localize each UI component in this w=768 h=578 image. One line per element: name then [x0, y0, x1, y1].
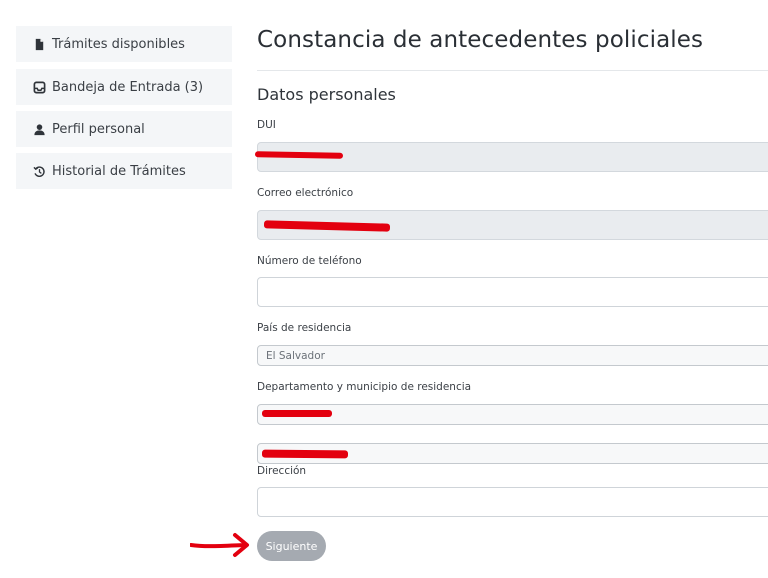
document-icon — [32, 37, 46, 51]
sidebar-item-tramites-disponibles[interactable]: Trámites disponibles — [16, 26, 232, 62]
country-select-value: El Salvador — [266, 349, 325, 362]
sidebar-item-bandeja-entrada[interactable]: Bandeja de Entrada (3) — [16, 69, 232, 105]
country-label: País de residencia — [257, 322, 352, 334]
arrow-annotation-icon — [190, 533, 249, 557]
country-select[interactable]: El Salvador — [257, 345, 768, 366]
dui-label: DUI — [257, 119, 276, 131]
sidebar-item-label: Bandeja de Entrada (3) — [52, 79, 204, 95]
history-icon — [32, 164, 46, 178]
sidebar-item-label: Historial de Trámites — [52, 163, 186, 179]
sidebar-item-perfil-personal[interactable]: Perfil personal — [16, 111, 232, 147]
sidebar-item-historial-tramites[interactable]: Historial de Trámites — [16, 153, 232, 189]
redaction-mark — [261, 449, 349, 459]
person-icon — [32, 122, 46, 136]
department-label: Departamento y municipio de residencia — [257, 381, 472, 393]
address-field[interactable] — [257, 487, 768, 517]
sidebar-item-label: Trámites disponibles — [52, 36, 185, 52]
department-select[interactable] — [257, 404, 768, 425]
phone-label: Número de teléfono — [257, 255, 362, 267]
phone-field[interactable] — [257, 277, 768, 307]
address-label: Dirección — [257, 465, 307, 477]
next-button[interactable]: Siguiente — [257, 531, 326, 561]
page-title: Constancia de antecedentes policiales — [257, 27, 704, 53]
inbox-icon — [32, 80, 46, 94]
section-title: Datos personales — [257, 85, 396, 104]
email-label: Correo electrónico — [257, 187, 354, 199]
divider — [257, 70, 768, 71]
sidebar-item-label: Perfil personal — [52, 121, 145, 137]
redaction-mark — [262, 410, 332, 417]
